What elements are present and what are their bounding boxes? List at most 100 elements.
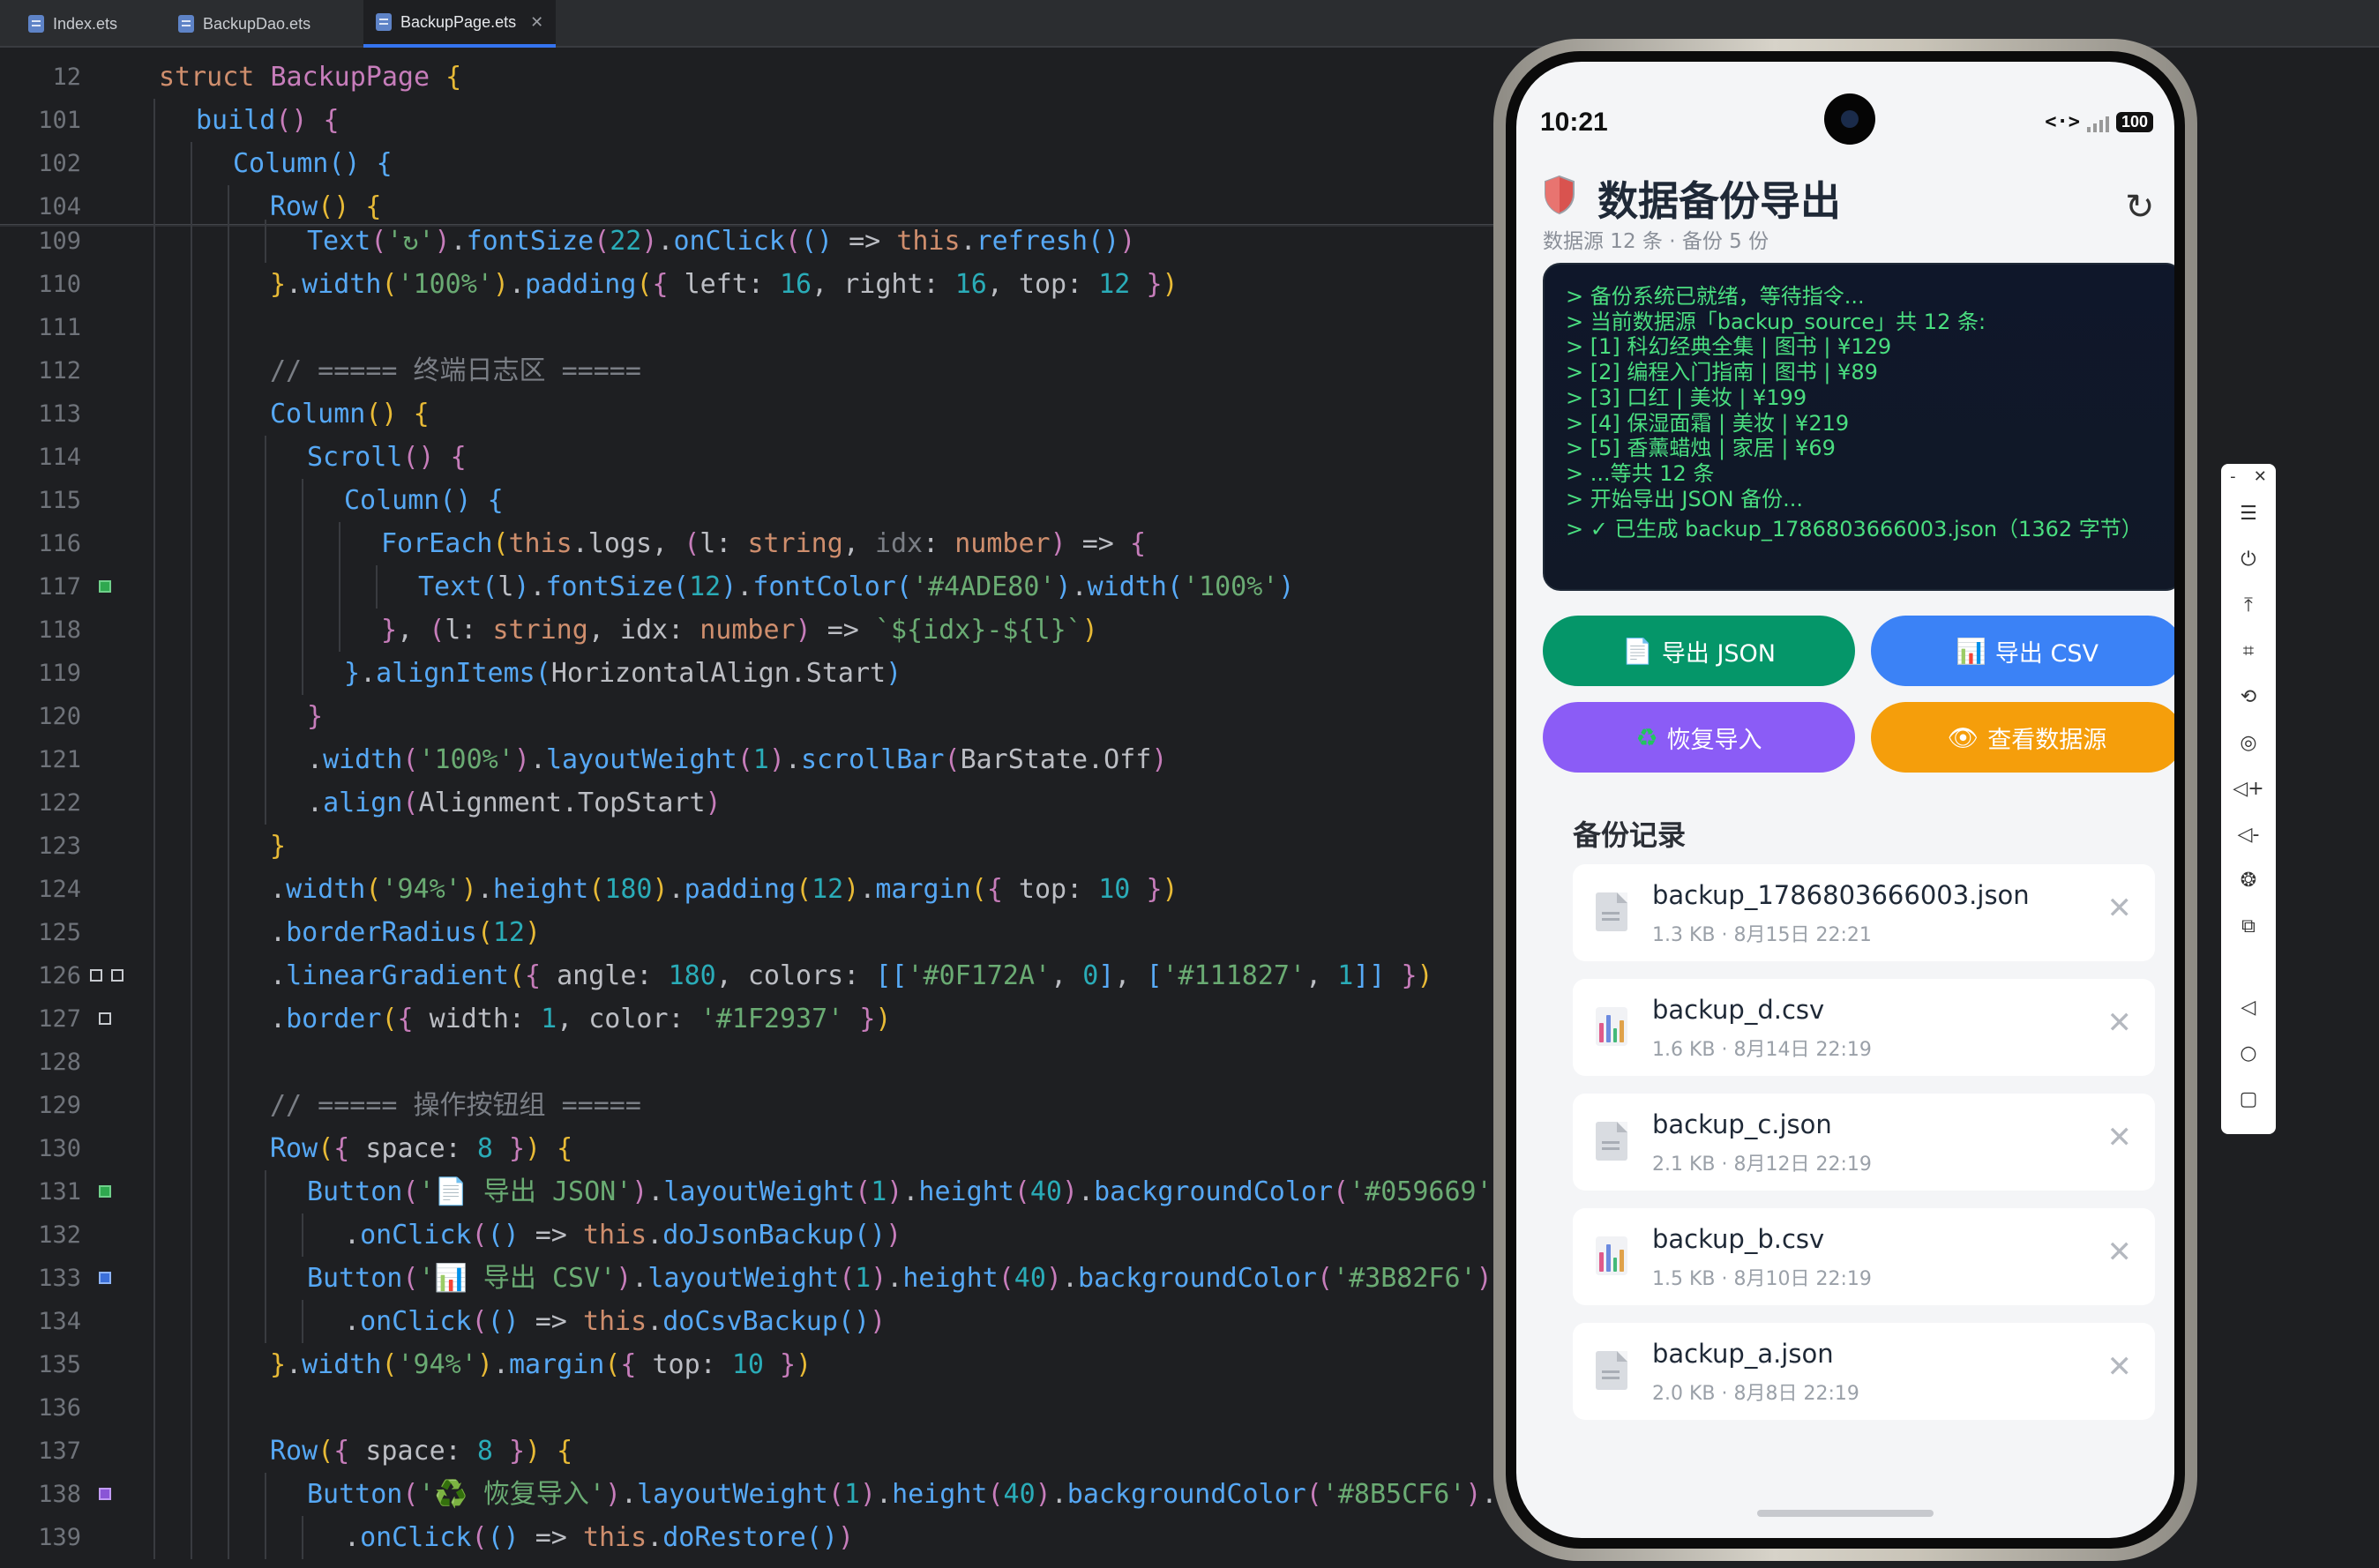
code-line[interactable]: 127 .border({ width: 1, color: '#1F2937' …	[0, 997, 1500, 1041]
code-line[interactable]: 119}.alignItems(HorizontalAlign.Start)	[0, 652, 1500, 695]
delete-icon[interactable]: ✕	[2107, 1349, 2133, 1385]
code-line[interactable]: 111	[0, 306, 1500, 349]
restore-import-button[interactable]: ♻ 恢复导入	[1543, 702, 1855, 773]
delete-icon[interactable]: ✕	[2107, 1005, 2133, 1041]
gutter-marker-icon[interactable]	[99, 1012, 111, 1025]
close-icon[interactable]: ✕	[2254, 467, 2267, 486]
backup-record-item[interactable]: backup_1786803666003.json 1.3 KB · 8月15日 …	[1573, 864, 2155, 961]
code-line[interactable]: 126 .linearGradient({ angle: 180, colors:…	[0, 954, 1500, 997]
export-csv-button[interactable]: 📊 导出 CSV	[1871, 616, 2174, 686]
code-line[interactable]: 101 build() {	[0, 99, 1500, 142]
view-data-source-button[interactable]: 👁 查看数据源	[1871, 702, 2174, 773]
code-line[interactable]: 130 Row({ space: 8 }) {	[0, 1127, 1500, 1170]
code-line[interactable]: 136	[0, 1386, 1500, 1430]
line-number: 139	[38, 1524, 81, 1551]
code-line[interactable]: 109 Text('↻').fontSize(22).onClick(() => …	[0, 220, 1500, 263]
indent-guide	[302, 1300, 303, 1343]
fingerprint-icon[interactable]: ❂	[2221, 870, 2276, 892]
code-line[interactable]: 139 .onClick(() => this.doRestore())	[0, 1516, 1500, 1559]
indent-guide	[191, 652, 192, 695]
power-icon[interactable]: ⏻	[2221, 549, 2276, 571]
phone-screen[interactable]: 10:21 <·> 100 数据备份导出 数据源 12 条 · 备份 5 份 ↻…	[1516, 62, 2174, 1538]
indent-guide	[191, 1343, 192, 1386]
code-line[interactable]: 114 Scroll() {	[0, 436, 1500, 479]
code-line[interactable]: 138 Button('♻️ 恢复导入').layoutWeight(1).hei…	[0, 1473, 1514, 1516]
bar-chart-icon	[1596, 1236, 1627, 1275]
indent-guide	[153, 479, 155, 522]
code-line[interactable]: 137 Row({ space: 8 }) {	[0, 1430, 1500, 1473]
indent-guide	[191, 1430, 192, 1473]
code-line[interactable]: 118}, (l: string, idx: number) => `${idx…	[0, 609, 1500, 652]
volume-down-icon[interactable]: ◁-	[2221, 824, 2276, 846]
code-line[interactable]: 117 Text(l).fontSize(12).fontColor('#4ADE…	[0, 565, 1500, 609]
back-icon[interactable]: ◁	[2221, 997, 2276, 1019]
gutter-marker-icon[interactable]	[111, 969, 123, 982]
volume-up-icon[interactable]: ◁+	[2221, 778, 2276, 800]
indent-guide	[153, 1473, 155, 1516]
rotate-icon[interactable]: ⟲	[2221, 686, 2276, 708]
code-line[interactable]: 120}	[0, 695, 1500, 738]
close-tab-icon[interactable]: ✕	[530, 13, 543, 32]
backup-record-item[interactable]: backup_d.csv 1.6 KB · 8月14日 22:19 ✕	[1573, 979, 2155, 1076]
tab-label: BackupDao.ets	[203, 14, 311, 33]
indent-guide	[191, 695, 192, 738]
home-icon[interactable]: ○	[2221, 1042, 2276, 1064]
refresh-icon[interactable]: ↻	[2125, 187, 2155, 228]
code-editor[interactable]: 12 struct BackupPage {101 build() {102 Colu…	[0, 49, 1524, 1568]
menu-icon[interactable]: ☰	[2221, 503, 2276, 525]
indent-guide	[191, 1041, 192, 1084]
location-icon[interactable]: ◎	[2221, 732, 2276, 754]
screenshot-icon[interactable]: ⧉	[2221, 915, 2276, 937]
code-line[interactable]: 135}.width('94%').margin({ top: 10 })	[0, 1343, 1500, 1386]
indent-guide	[265, 781, 266, 825]
line-number: 112	[38, 357, 81, 385]
code-line[interactable]: 123}	[0, 825, 1500, 868]
code-line[interactable]: 125 .borderRadius(12)	[0, 911, 1500, 954]
tab-backupdao-ets[interactable]: BackupDao.ets	[166, 0, 323, 48]
code-line[interactable]: 128	[0, 1041, 1500, 1084]
code-line[interactable]: 124 .width('94%').height(180).padding(12)…	[0, 868, 1500, 911]
tab-backuppage-ets[interactable]: BackupPage.ets ✕	[363, 0, 557, 48]
delete-icon[interactable]: ✕	[2107, 1120, 2133, 1155]
minimize-icon[interactable]: -	[2230, 467, 2236, 486]
gutter-marker-icon[interactable]	[99, 1272, 111, 1284]
tab-index-ets[interactable]: Index.ets	[16, 0, 130, 48]
gutter-marker-icon[interactable]	[99, 580, 111, 593]
delete-icon[interactable]: ✕	[2107, 1235, 2133, 1270]
code-line[interactable]: 122 .align(Alignment.TopStart)	[0, 781, 1500, 825]
gutter-marker-icon[interactable]	[99, 1488, 111, 1500]
indent-guide	[191, 142, 192, 185]
code-line[interactable]: 121 .width('100%').layoutWeight(1).scroll…	[0, 738, 1500, 781]
code-line[interactable]: 133 Button('📊 导出 CSV').layoutWeight(1).he…	[0, 1257, 1524, 1300]
delete-icon[interactable]: ✕	[2107, 891, 2133, 926]
crop-icon[interactable]: ⌗	[2221, 640, 2276, 662]
backup-record-item[interactable]: backup_c.json 2.1 KB · 8月12日 22:19 ✕	[1573, 1094, 2155, 1191]
battery-icon: 100	[2115, 112, 2153, 132]
code-line[interactable]: 110}.width('100%').padding({ left: 16, r…	[0, 263, 1500, 306]
gutter-marker-icon[interactable]	[99, 1185, 111, 1198]
home-indicator[interactable]	[1757, 1510, 1934, 1517]
indent-guide	[153, 695, 155, 738]
code-line[interactable]: 113 Column() {	[0, 392, 1500, 436]
code-line[interactable]: 102 Column() {	[0, 142, 1500, 185]
indent-guide	[302, 652, 303, 695]
recents-icon[interactable]: ▢	[2221, 1088, 2276, 1110]
code-line[interactable]: 131 Button('📄 导出 JSON').layoutWeight(1).h…	[0, 1170, 1508, 1213]
backup-record-item[interactable]: backup_b.csv 1.5 KB · 8月10日 22:19 ✕	[1573, 1208, 2155, 1305]
code-line[interactable]: 12 struct BackupPage {	[0, 56, 1500, 99]
indent-guide	[228, 1170, 229, 1213]
code-line[interactable]: 116 ForEach(this.logs, (l: string, idx: n…	[0, 522, 1500, 565]
code-line[interactable]: 134 .onClick(() => this.doCsvBackup())	[0, 1300, 1500, 1343]
gutter-marker-icon[interactable]	[90, 969, 102, 982]
indent-guide	[228, 868, 229, 911]
export-json-button[interactable]: 📄 导出 JSON	[1543, 616, 1855, 686]
code-text: Button('♻️ 恢复导入').layoutWeight(1).height…	[307, 1479, 1514, 1510]
code-line[interactable]: 115 Column() {	[0, 479, 1500, 522]
code-line[interactable]: 112 // ===== 终端日志区 =====	[0, 349, 1500, 392]
indent-guide	[228, 479, 229, 522]
pin-top-icon[interactable]: ⤒	[2221, 594, 2276, 616]
indent-guide	[191, 1170, 192, 1213]
code-line[interactable]: 129 // ===== 操作按钮组 =====	[0, 1084, 1500, 1127]
backup-record-item[interactable]: backup_a.json 2.0 KB · 8月8日 22:19 ✕	[1573, 1323, 2155, 1420]
code-line[interactable]: 132 .onClick(() => this.doJsonBackup())	[0, 1213, 1500, 1257]
